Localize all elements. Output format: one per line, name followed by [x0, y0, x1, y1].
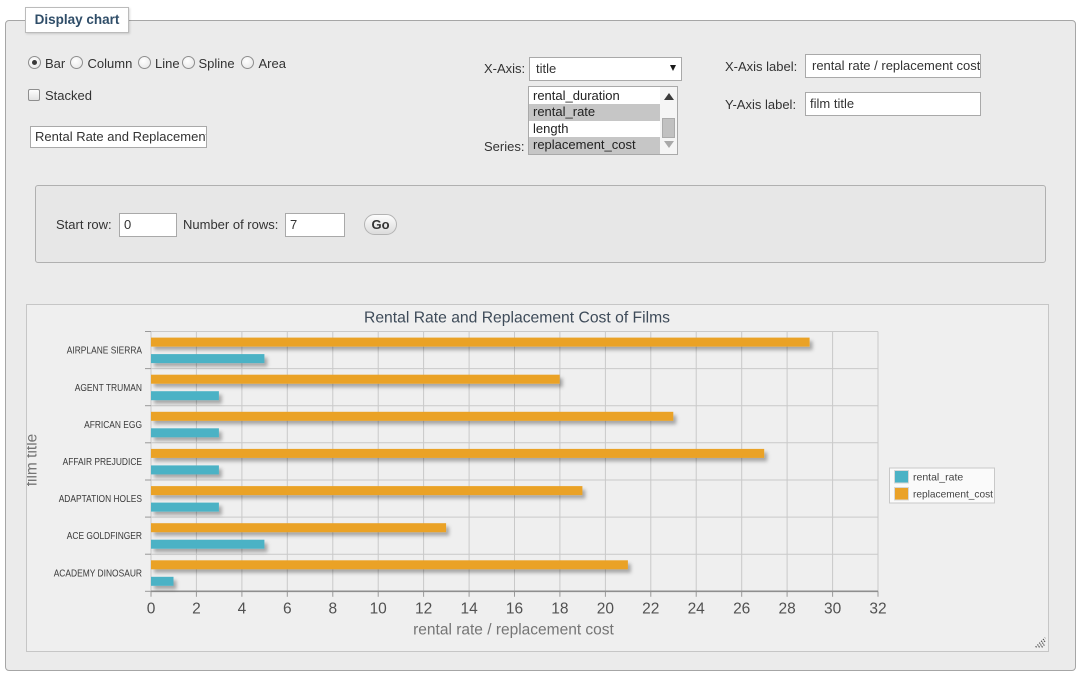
svg-text:24: 24 — [688, 600, 706, 617]
svg-text:AGENT TRUMAN: AGENT TRUMAN — [75, 383, 142, 394]
svg-text:30: 30 — [824, 600, 842, 617]
svg-text:18: 18 — [551, 600, 568, 617]
svg-text:ACE GOLDFINGER: ACE GOLDFINGER — [67, 531, 142, 542]
svg-text:AFRICAN EGG: AFRICAN EGG — [84, 420, 142, 431]
svg-text:replacement_cost: replacement_cost — [913, 489, 993, 501]
svg-text:ACADEMY DINOSAUR: ACADEMY DINOSAUR — [54, 568, 142, 579]
svg-text:0: 0 — [147, 600, 156, 617]
svg-text:14: 14 — [460, 600, 478, 617]
svg-text:16: 16 — [506, 600, 523, 617]
svg-text:20: 20 — [597, 600, 615, 617]
svg-text:ADAPTATION HOLES: ADAPTATION HOLES — [59, 494, 142, 505]
svg-text:AFFAIR PREJUDICE: AFFAIR PREJUDICE — [63, 457, 143, 468]
svg-text:Rental Rate and Replacement Co: Rental Rate and Replacement Cost of Film… — [364, 309, 670, 326]
svg-text:rental rate / replacement cost: rental rate / replacement cost — [413, 621, 614, 638]
svg-text:8: 8 — [328, 600, 337, 617]
svg-text:film title: film title — [27, 434, 41, 487]
svg-text:32: 32 — [869, 600, 886, 617]
svg-text:rental_rate: rental_rate — [913, 472, 963, 484]
svg-text:2: 2 — [192, 600, 201, 617]
svg-text:28: 28 — [778, 600, 795, 617]
svg-text:10: 10 — [370, 600, 388, 617]
svg-text:6: 6 — [283, 600, 292, 617]
svg-text:26: 26 — [733, 600, 750, 617]
svg-text:22: 22 — [642, 600, 659, 617]
svg-text:12: 12 — [415, 600, 432, 617]
svg-text:AIRPLANE SIERRA: AIRPLANE SIERRA — [67, 346, 142, 357]
svg-text:4: 4 — [238, 600, 247, 617]
